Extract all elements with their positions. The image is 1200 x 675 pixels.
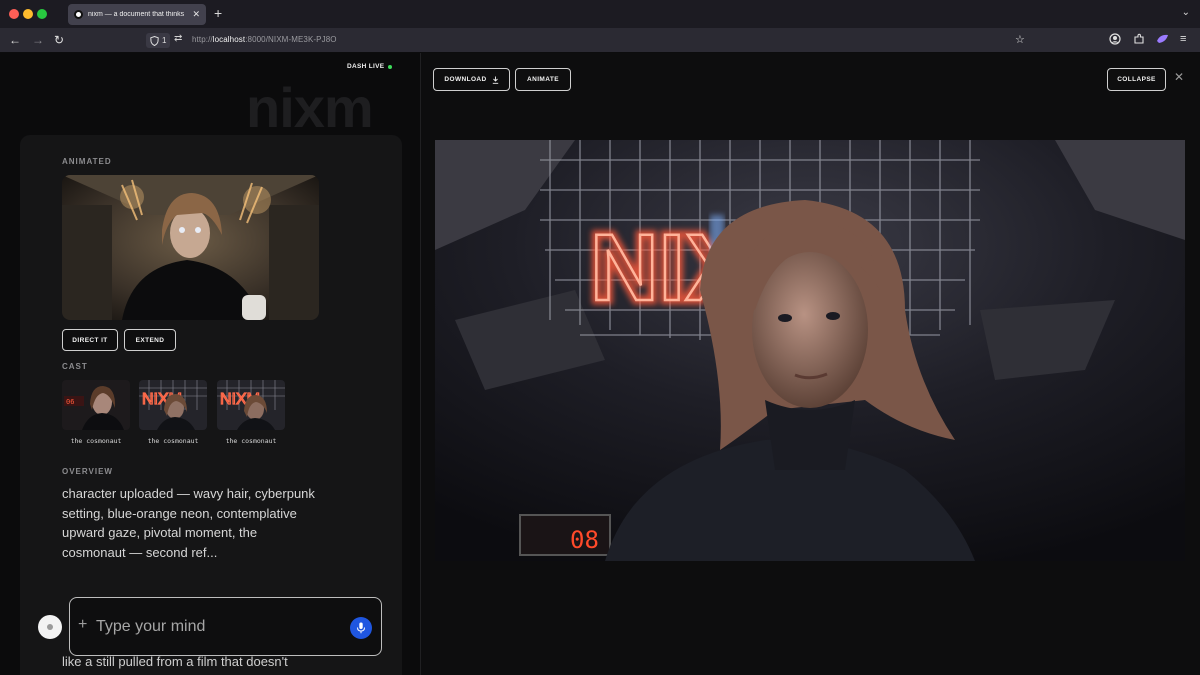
close-window-button[interactable] [9,9,19,19]
image-viewer-panel: DOWNLOAD ANIMATE COLLAPSE ✕ 08 [422,53,1200,675]
live-indicator-icon [388,64,393,69]
browser-tab[interactable]: nixm — a document that thinks ✕ [68,4,206,25]
back-arrow-icon[interactable]: ← [9,33,21,47]
tracking-protection-button[interactable]: 1 [146,33,171,48]
close-viewer-icon[interactable]: ✕ [1174,70,1184,84]
cast-thumbnail: NIXM [139,380,207,430]
shield-icon [150,35,159,46]
url-host: localhost [212,35,246,44]
cast-item[interactable]: NIXM the cosmonaut [217,380,285,445]
cast-name: the cosmonaut [225,437,277,445]
url-bar[interactable]: http://localhost:8000/NIXM-ME3K-PJ8O [192,35,337,44]
url-prefix: http:// [192,35,213,44]
maximize-window-button[interactable] [37,9,47,19]
direct-it-button[interactable]: DIRECT IT [62,329,118,351]
url-path: :8000/NIXM-ME3K-PJ8O [245,35,337,44]
animated-video-thumbnail[interactable] [62,175,319,320]
cast-name: the cosmonaut [147,437,199,445]
microphone-icon [357,622,365,634]
minimize-window-button[interactable] [23,9,33,19]
close-tab-icon[interactable]: ✕ [192,9,200,20]
forward-arrow-icon[interactable]: → [32,33,44,47]
generated-image: NIXM NIXM 08 [435,140,1185,561]
collapse-button[interactable]: COLLAPSE [1107,68,1166,91]
cast-item[interactable]: 06 the cosmonaut [62,380,130,445]
overview-continued-text: like a still pulled from a film that doe… [62,654,288,669]
microphone-button[interactable] [350,617,372,639]
avatar-button[interactable] [38,615,62,639]
tab-title: nixm — a document that thinks [88,11,185,18]
add-attachment-icon[interactable]: + [78,616,87,634]
account-icon[interactable] [1109,33,1121,48]
browser-tab-bar: nixm — a document that thinks ✕ + ⌄ [0,0,1200,28]
download-button[interactable]: DOWNLOAD [433,68,510,91]
hamburger-menu-icon[interactable]: ≡ [1180,33,1186,45]
reload-icon[interactable]: ↻ [54,33,64,47]
extensions-icon[interactable] [1133,33,1145,48]
new-tab-button[interactable]: + [214,5,222,21]
browser-nav-bar: ← → ↻ 1 ⇄ http://localhost:8000/NIXM-ME3… [0,28,1200,53]
live-status: DASH LIVE [347,63,393,70]
shield-count: 1 [162,36,167,45]
overview-text: character uploaded — wavy hair, cyberpun… [62,486,315,560]
permissions-icon[interactable]: ⇄ [174,33,182,44]
favicon-icon [74,10,83,19]
message-input[interactable] [96,616,336,638]
download-icon [492,76,498,84]
animate-button[interactable]: ANIMATE [515,68,571,91]
animated-section-label: ANIMATED [62,157,112,166]
svg-text:06: 06 [66,398,74,406]
live-status-label: DASH LIVE [347,63,385,70]
counter-display: 08 [570,526,599,554]
cast-section-label: CAST [62,362,88,371]
download-label: DOWNLOAD [444,76,487,83]
cast-name: the cosmonaut [70,437,122,445]
bookmark-star-icon[interactable]: ☆ [1015,33,1025,46]
list-tabs-icon[interactable]: ⌄ [1182,7,1190,18]
cast-thumbnail: NIXM [217,380,285,430]
avatar-icon [47,624,53,630]
brand-logo: nixm [246,76,374,139]
composer: + [69,597,382,656]
cast-thumbnail: 06 [62,380,130,430]
cast-item[interactable]: NIXM the cosmonaut [139,380,207,445]
overview-section-label: OVERVIEW [62,467,113,476]
extend-button[interactable]: EXTEND [124,329,176,351]
ai-assistant-icon[interactable] [1156,33,1169,48]
document-panel: DASH LIVE nixm ANIMATED DIRECT IT EXTEND… [0,53,421,675]
